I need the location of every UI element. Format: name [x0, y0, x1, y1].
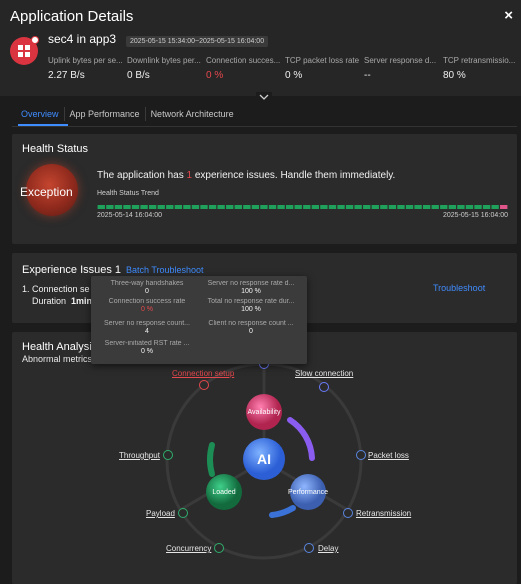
metric-slow-connection[interactable]: Slow connection	[295, 369, 353, 378]
metric-concurrency[interactable]: Concurrency	[166, 544, 211, 553]
tooltip-value: 0	[145, 288, 149, 295]
tooltip-item: Three-way handshakes 0	[95, 280, 199, 295]
tooltip-value: 4	[145, 328, 149, 335]
availability-arc	[287, 417, 315, 461]
tooltip-value: 0 %	[140, 348, 154, 355]
metric-delay[interactable]: Delay	[318, 544, 338, 553]
payload-dot	[178, 508, 188, 518]
slow-connection-dot	[319, 382, 329, 392]
metric-connection-setup[interactable]: Connection setup	[172, 369, 234, 378]
metric-packet-loss[interactable]: Packet loss	[368, 451, 409, 460]
loaded-arc	[207, 442, 215, 477]
tooltip-key: Server-initiated RST rate ...	[104, 340, 190, 347]
throughput-dot	[163, 450, 173, 460]
availability-label: Availability	[247, 408, 281, 416]
metric-payload[interactable]: Payload	[146, 509, 175, 518]
performance-label: Performance	[287, 488, 329, 496]
tooltip-item: Server no response rate d... 100 %	[199, 280, 303, 295]
delay-dot	[304, 543, 314, 553]
metric-throughput[interactable]: Throughput	[119, 451, 160, 460]
tooltip-value: 100 %	[241, 288, 261, 295]
tooltip-item: Connection success rate 0 %	[95, 298, 199, 313]
connection-setup-dot	[199, 380, 209, 390]
tooltip-key: Server no response count...	[104, 320, 190, 327]
tooltip-item: Total no response rate dur... 100 %	[199, 298, 303, 313]
tooltip-key: Client no response count ...	[208, 320, 294, 327]
tooltip-value: 100 %	[241, 306, 261, 313]
retransmission-dot	[343, 508, 353, 518]
performance-arc	[269, 505, 296, 518]
tooltip-value: 0 %	[140, 306, 154, 313]
tooltip-key: Connection success rate	[108, 298, 186, 305]
metric-detail-tooltip: Three-way handshakes 0 Server no respons…	[91, 276, 307, 364]
tooltip-key: Server no response rate d...	[207, 280, 295, 287]
loaded-label: Loaded	[212, 488, 236, 496]
concurrency-dot	[214, 543, 224, 553]
packet-loss-dot	[356, 450, 366, 460]
tooltip-item: Client no response count ... 0	[199, 320, 303, 335]
tooltip-key: Three-way handshakes	[110, 280, 184, 287]
tooltip-value: 0	[249, 328, 253, 335]
tooltip-item: Server-initiated RST rate ... 0 %	[95, 340, 199, 355]
tooltip-key: Total no response rate dur...	[207, 298, 295, 305]
tooltip-item: Server no response count... 4	[95, 320, 199, 335]
metric-retransmission[interactable]: Retransmission	[356, 509, 411, 518]
ai-label: AI	[257, 451, 271, 467]
